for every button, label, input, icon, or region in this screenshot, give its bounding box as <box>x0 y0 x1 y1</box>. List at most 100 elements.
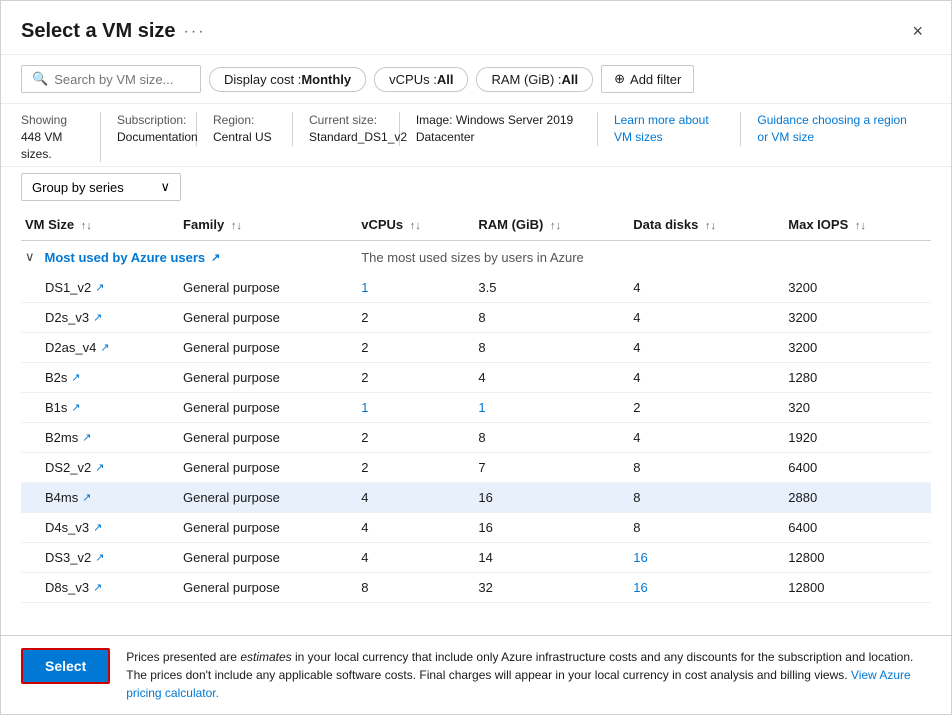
table-row[interactable]: B2s ↗ General purpose 2 4 4 1280 <box>21 363 931 393</box>
footer-disclaimer: Prices presented are estimates in your l… <box>126 648 931 702</box>
vcpus-cell: 2 <box>357 423 474 453</box>
family-cell: General purpose <box>179 573 357 603</box>
vm-name-text: D8s_v3 <box>45 580 89 595</box>
table-row[interactable]: D8s_v3 ↗ General purpose 8 32 16 12800 <box>21 573 931 603</box>
add-filter-button[interactable]: ⊕ Add filter <box>601 65 694 93</box>
vm-size-cell: B2ms ↗ <box>21 423 179 453</box>
group-row[interactable]: ∨ Most used by Azure users ↗ The most us… <box>21 241 931 274</box>
data-disks-cell: 4 <box>629 363 784 393</box>
group-dropdown[interactable]: Group by series ∨ <box>21 173 181 201</box>
display-cost-label: Display cost : <box>224 72 301 87</box>
display-cost-filter[interactable]: Display cost : Monthly <box>209 67 366 92</box>
max-iops-cell: 320 <box>784 393 931 423</box>
ram-cell: 7 <box>474 453 629 483</box>
vcpus-cell: 8 <box>357 573 474 603</box>
vm-size-cell: D8s_v3 ↗ <box>21 573 179 603</box>
vm-name-text: B2s <box>45 370 67 385</box>
data-disks-cell: 8 <box>629 453 784 483</box>
max-iops-cell: 12800 <box>784 573 931 603</box>
col-ram[interactable]: RAM (GiB) ↑↓ <box>474 209 629 241</box>
add-filter-icon: ⊕ <box>614 71 625 87</box>
group-label-cell: ∨ Most used by Azure users ↗ <box>21 241 357 274</box>
vm-name-text: DS3_v2 <box>45 550 91 565</box>
pricing-calculator-link[interactable]: View Azure pricing calculator. <box>126 668 910 700</box>
trend-icon: ↗ <box>93 521 102 534</box>
data-disks-cell: 8 <box>629 513 784 543</box>
group-subtitle-cell: The most used sizes by users in Azure <box>357 241 931 274</box>
select-button[interactable]: Select <box>21 648 110 684</box>
col-data-disks[interactable]: Data disks ↑↓ <box>629 209 784 241</box>
group-dropdown-label: Group by series <box>32 180 124 195</box>
col-family[interactable]: Family ↑↓ <box>179 209 357 241</box>
ram-filter[interactable]: RAM (GiB) : All <box>476 67 593 92</box>
search-icon: 🔍 <box>32 71 48 87</box>
vm-size-cell: B1s ↗ <box>21 393 179 423</box>
vcpus-label: vCPUs : <box>389 72 437 87</box>
trend-icon: ↗ <box>71 401 80 414</box>
search-input[interactable] <box>54 72 190 87</box>
table-row[interactable]: B1s ↗ General purpose 1 1 2 320 <box>21 393 931 423</box>
col-data-disks-label: Data disks <box>633 217 698 232</box>
group-collapse-button[interactable]: ∨ <box>25 249 35 265</box>
ram-cell: 32 <box>474 573 629 603</box>
sort-vm-size-icon: ↑↓ <box>81 220 92 232</box>
trend-icon: ↗ <box>95 281 104 294</box>
ram-label: RAM (GiB) : <box>491 72 561 87</box>
max-iops-cell: 3200 <box>784 303 931 333</box>
table-row[interactable]: B2ms ↗ General purpose 2 8 4 1920 <box>21 423 931 453</box>
table-row[interactable]: DS1_v2 ↗ General purpose 1 3.5 4 3200 <box>21 273 931 303</box>
family-cell: General purpose <box>179 543 357 573</box>
sort-ram-icon: ↑↓ <box>550 220 561 232</box>
vm-size-cell: B2s ↗ <box>21 363 179 393</box>
family-cell: General purpose <box>179 273 357 303</box>
search-box[interactable]: 🔍 <box>21 65 201 93</box>
info-bar: Showing 448 VM sizes. Subscription: Docu… <box>1 104 951 167</box>
table-row[interactable]: D2s_v3 ↗ General purpose 2 8 4 3200 <box>21 303 931 333</box>
col-ram-label: RAM (GiB) <box>478 217 543 232</box>
table-row[interactable]: B4ms ↗ General purpose 4 16 8 2880 <box>21 483 931 513</box>
data-disks-cell: 4 <box>629 333 784 363</box>
col-vm-size[interactable]: VM Size ↑↓ <box>21 209 179 241</box>
guidance-link[interactable]: Guidance choosing a region or VM size <box>757 112 915 146</box>
vm-name-text: D2as_v4 <box>45 340 96 355</box>
data-disks-cell: 4 <box>629 273 784 303</box>
table-row[interactable]: D4s_v3 ↗ General purpose 4 16 8 6400 <box>21 513 931 543</box>
more-options-icon[interactable]: ··· <box>184 23 206 41</box>
vm-name-text: B1s <box>45 400 67 415</box>
showing-block: Showing 448 VM sizes. <box>21 112 101 162</box>
table-row[interactable]: D2as_v4 ↗ General purpose 2 8 4 3200 <box>21 333 931 363</box>
showing-value: 448 VM sizes. <box>21 129 84 163</box>
learn-more-link[interactable]: Learn more about VM sizes <box>614 112 724 146</box>
data-disks-cell: 4 <box>629 303 784 333</box>
ram-cell: 16 <box>474 483 629 513</box>
vm-size-cell: D4s_v3 ↗ <box>21 513 179 543</box>
max-iops-cell: 6400 <box>784 513 931 543</box>
col-vcpus[interactable]: vCPUs ↑↓ <box>357 209 474 241</box>
trend-icon: ↗ <box>95 551 104 564</box>
vm-table-container[interactable]: VM Size ↑↓ Family ↑↓ vCPUs ↑↓ RAM (GiB) … <box>1 209 951 635</box>
vcpus-value: All <box>437 72 454 87</box>
vm-size-dialog: Select a VM size ··· × 🔍 Display cost : … <box>0 0 952 715</box>
close-button[interactable]: × <box>904 17 931 46</box>
toolbar: 🔍 Display cost : Monthly vCPUs : All RAM… <box>1 55 951 104</box>
display-cost-value: Monthly <box>301 72 351 87</box>
subscription-label: Subscription: <box>117 112 180 129</box>
group-subtitle: The most used sizes by users in Azure <box>361 250 584 265</box>
col-max-iops[interactable]: Max IOPS ↑↓ <box>784 209 931 241</box>
chevron-down-icon: ∨ <box>160 179 170 195</box>
col-max-iops-label: Max IOPS <box>788 217 848 232</box>
vcpus-cell: 2 <box>357 303 474 333</box>
subscription-block: Subscription: Documentation <box>117 112 197 146</box>
family-cell: General purpose <box>179 393 357 423</box>
table-row[interactable]: DS2_v2 ↗ General purpose 2 7 8 6400 <box>21 453 931 483</box>
trend-icon: ↗ <box>82 491 91 504</box>
max-iops-cell: 3200 <box>784 273 931 303</box>
ram-cell: 3.5 <box>474 273 629 303</box>
vm-size-cell: D2as_v4 ↗ <box>21 333 179 363</box>
max-iops-cell: 1920 <box>784 423 931 453</box>
dialog-title: Select a VM size <box>21 20 176 43</box>
vm-name-text: DS1_v2 <box>45 280 91 295</box>
vcpus-filter[interactable]: vCPUs : All <box>374 67 468 92</box>
table-row[interactable]: DS3_v2 ↗ General purpose 4 14 16 12800 <box>21 543 931 573</box>
family-cell: General purpose <box>179 423 357 453</box>
